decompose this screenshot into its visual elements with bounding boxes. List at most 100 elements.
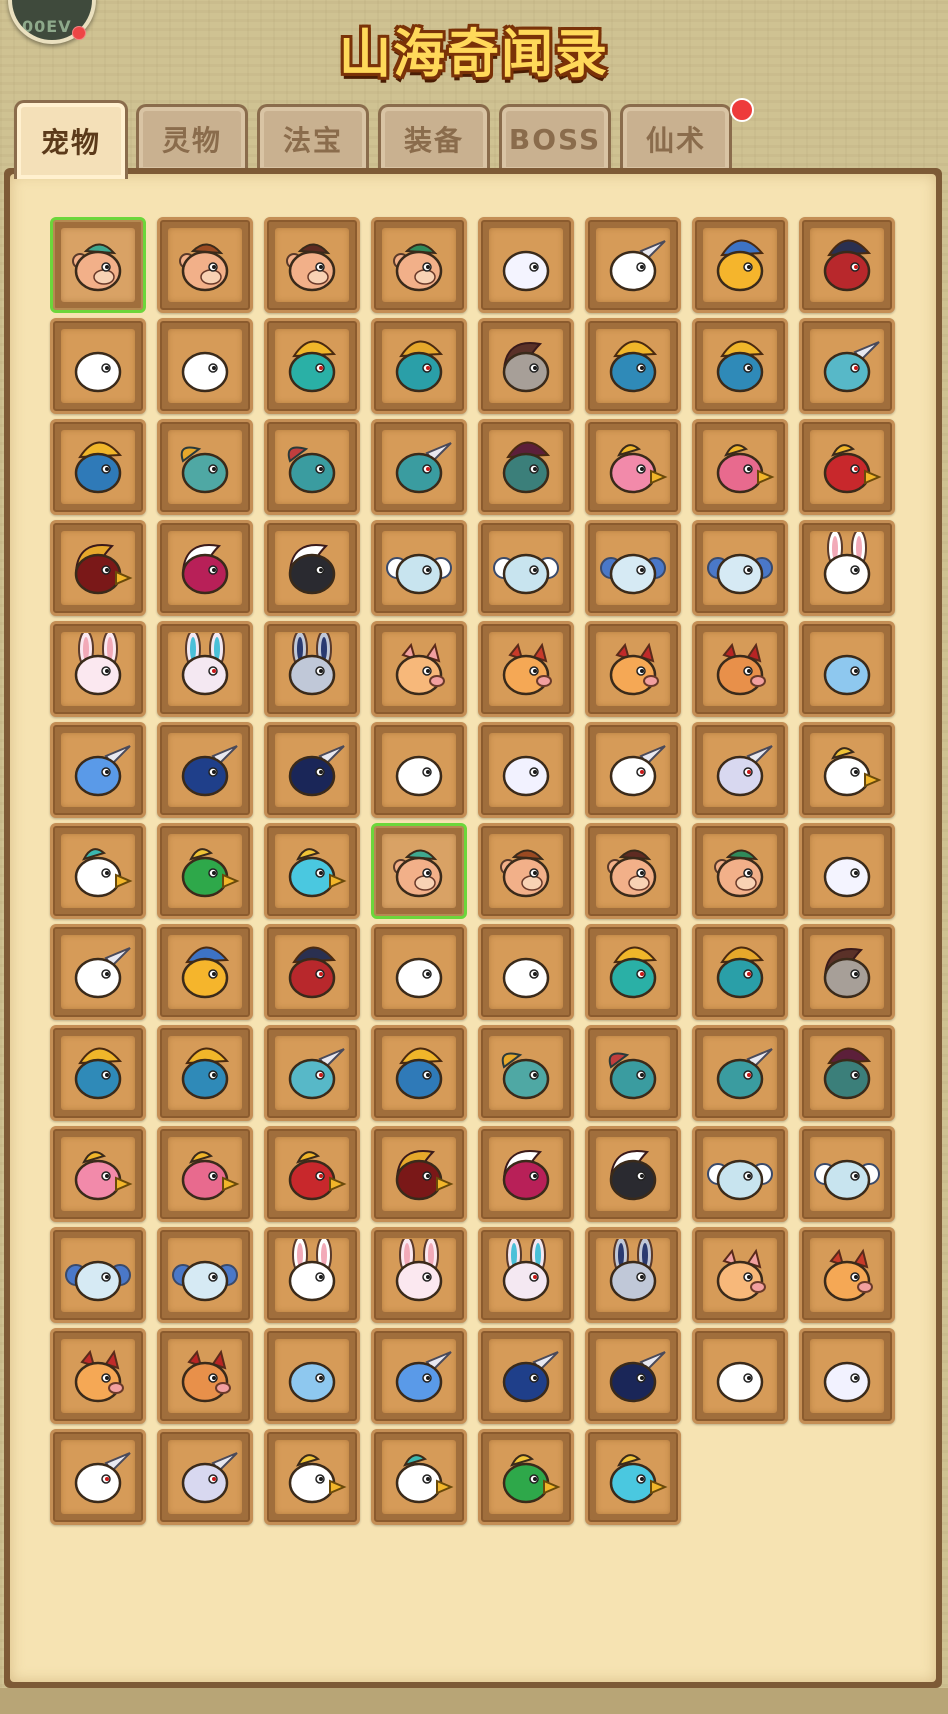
pet-slot[interactable] bbox=[264, 1227, 360, 1323]
pet-slot[interactable] bbox=[50, 1025, 146, 1121]
pet-slot[interactable] bbox=[50, 1126, 146, 1222]
pet-slot[interactable] bbox=[692, 318, 788, 414]
pet-slot[interactable] bbox=[157, 1126, 253, 1222]
pet-slot[interactable] bbox=[585, 1126, 681, 1222]
pet-slot[interactable] bbox=[50, 823, 146, 919]
pet-slot[interactable] bbox=[157, 823, 253, 919]
pet-slot[interactable] bbox=[50, 722, 146, 818]
pet-slot[interactable] bbox=[371, 419, 467, 515]
pet-slot[interactable] bbox=[478, 1429, 574, 1525]
pet-slot[interactable] bbox=[692, 520, 788, 616]
tab-equipment[interactable]: 装备 bbox=[378, 104, 490, 171]
pet-slot[interactable] bbox=[264, 621, 360, 717]
pet-slot[interactable] bbox=[799, 1227, 895, 1323]
pet-slot[interactable] bbox=[799, 520, 895, 616]
pet-slot[interactable] bbox=[371, 1227, 467, 1323]
pet-slot[interactable] bbox=[371, 722, 467, 818]
pet-slot[interactable] bbox=[478, 217, 574, 313]
tab-pets[interactable]: 宠物 bbox=[14, 100, 128, 179]
pet-slot[interactable] bbox=[799, 823, 895, 919]
pet-slot[interactable] bbox=[50, 1429, 146, 1525]
pet-slot[interactable] bbox=[799, 1126, 895, 1222]
pet-slot[interactable] bbox=[799, 1328, 895, 1424]
pet-slot[interactable] bbox=[799, 621, 895, 717]
pet-slot[interactable] bbox=[157, 621, 253, 717]
pet-slot[interactable] bbox=[264, 1328, 360, 1424]
pet-slot[interactable] bbox=[264, 924, 360, 1020]
pet-slot[interactable] bbox=[157, 1429, 253, 1525]
pet-slot[interactable] bbox=[692, 823, 788, 919]
tab-spirits[interactable]: 灵物 bbox=[136, 104, 248, 171]
tab-spells[interactable]: 仙术 bbox=[620, 104, 732, 171]
pet-slot[interactable] bbox=[50, 520, 146, 616]
pet-slot[interactable] bbox=[50, 1328, 146, 1424]
pet-slot[interactable] bbox=[692, 1025, 788, 1121]
pet-slot[interactable] bbox=[585, 520, 681, 616]
pet-slot[interactable] bbox=[478, 1126, 574, 1222]
pet-slot[interactable] bbox=[264, 520, 360, 616]
pet-slot[interactable] bbox=[157, 318, 253, 414]
pet-slot[interactable] bbox=[371, 1429, 467, 1525]
pet-slot[interactable] bbox=[585, 621, 681, 717]
pet-slot[interactable] bbox=[264, 419, 360, 515]
pet-slot[interactable] bbox=[371, 621, 467, 717]
pet-slot[interactable] bbox=[371, 1126, 467, 1222]
pet-slot[interactable] bbox=[478, 419, 574, 515]
pet-slot[interactable] bbox=[799, 722, 895, 818]
pet-slot[interactable] bbox=[264, 217, 360, 313]
pet-slot[interactable] bbox=[692, 1328, 788, 1424]
pet-slot[interactable] bbox=[799, 924, 895, 1020]
pet-slot[interactable] bbox=[585, 318, 681, 414]
pet-slot[interactable] bbox=[371, 823, 467, 919]
pet-slot[interactable] bbox=[50, 1227, 146, 1323]
pet-slot[interactable] bbox=[264, 823, 360, 919]
pet-slot[interactable] bbox=[371, 1328, 467, 1424]
pet-slot[interactable] bbox=[50, 924, 146, 1020]
pet-slot[interactable] bbox=[478, 621, 574, 717]
pet-slot[interactable] bbox=[157, 924, 253, 1020]
pet-slot[interactable] bbox=[264, 722, 360, 818]
pet-slot[interactable] bbox=[371, 318, 467, 414]
pet-slot[interactable] bbox=[692, 1126, 788, 1222]
pet-slot[interactable] bbox=[692, 419, 788, 515]
pet-slot[interactable] bbox=[371, 217, 467, 313]
pet-slot[interactable] bbox=[478, 318, 574, 414]
pet-slot[interactable] bbox=[50, 318, 146, 414]
pet-slot[interactable] bbox=[585, 1429, 681, 1525]
pet-slot[interactable] bbox=[50, 217, 146, 313]
tab-treasures[interactable]: 法宝 bbox=[257, 104, 369, 171]
pet-slot[interactable] bbox=[157, 419, 253, 515]
pet-slot[interactable] bbox=[50, 621, 146, 717]
pet-slot[interactable] bbox=[157, 722, 253, 818]
pet-slot[interactable] bbox=[478, 722, 574, 818]
pet-slot[interactable] bbox=[585, 1328, 681, 1424]
pet-slot[interactable] bbox=[157, 1328, 253, 1424]
pet-slot[interactable] bbox=[799, 419, 895, 515]
pet-slot[interactable] bbox=[264, 1429, 360, 1525]
pet-slot[interactable] bbox=[371, 520, 467, 616]
pet-slot[interactable] bbox=[264, 318, 360, 414]
pet-slot[interactable] bbox=[264, 1025, 360, 1121]
pet-slot[interactable] bbox=[157, 217, 253, 313]
pet-slot[interactable] bbox=[799, 217, 895, 313]
tab-boss[interactable]: BOSS bbox=[499, 104, 611, 171]
pet-slot[interactable] bbox=[157, 520, 253, 616]
pet-slot[interactable] bbox=[478, 520, 574, 616]
pet-slot[interactable] bbox=[585, 823, 681, 919]
pet-slot[interactable] bbox=[692, 722, 788, 818]
pet-slot[interactable] bbox=[264, 1126, 360, 1222]
pet-slot[interactable] bbox=[585, 1025, 681, 1121]
pet-slot[interactable] bbox=[585, 924, 681, 1020]
pet-slot[interactable] bbox=[371, 1025, 467, 1121]
pet-slot[interactable] bbox=[585, 217, 681, 313]
pet-slot[interactable] bbox=[478, 1328, 574, 1424]
pet-slot[interactable] bbox=[692, 924, 788, 1020]
pet-slot[interactable] bbox=[50, 419, 146, 515]
pet-slot[interactable] bbox=[692, 217, 788, 313]
pet-slot[interactable] bbox=[585, 419, 681, 515]
pet-slot[interactable] bbox=[799, 1025, 895, 1121]
pet-slot[interactable] bbox=[157, 1227, 253, 1323]
pet-slot[interactable] bbox=[371, 924, 467, 1020]
pet-slot[interactable] bbox=[692, 621, 788, 717]
pet-slot[interactable] bbox=[478, 1227, 574, 1323]
